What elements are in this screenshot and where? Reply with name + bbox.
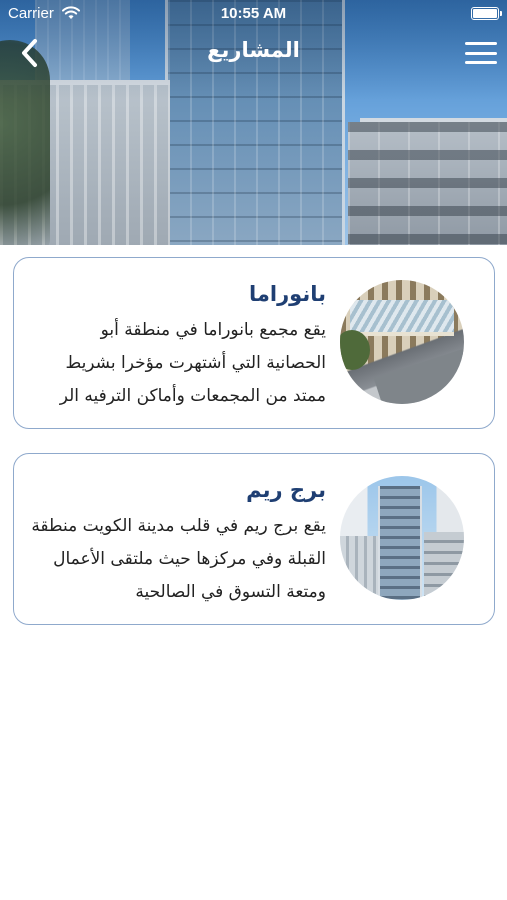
clock: 10:55 AM bbox=[220, 5, 287, 22]
hamburger-menu-icon bbox=[465, 42, 497, 45]
low-building bbox=[424, 532, 464, 600]
hamburger-menu-button[interactable] bbox=[463, 38, 499, 68]
project-description: يقع برج ريم في قلب مدينة الكويت منطقة ال… bbox=[31, 516, 326, 602]
menu-line bbox=[465, 51, 497, 55]
navigation-bar: المشاريع bbox=[0, 28, 507, 76]
status-bar: Carrier 10:55 AM bbox=[0, 0, 507, 28]
project-card-reem-tower[interactable]: برج ريم يقع برج ريم في قلب مدينة الكويت … bbox=[13, 453, 495, 625]
project-description: يقع مجمع بانوراما في منطقة أبو الحصانية … bbox=[59, 320, 326, 406]
project-card-panorama[interactable]: بانوراما يقع مجمع بانوراما في منطقة أبو … bbox=[13, 257, 495, 429]
tree bbox=[340, 330, 370, 370]
road bbox=[373, 340, 464, 404]
project-title: برج ريم bbox=[246, 478, 326, 502]
canopy-roof bbox=[350, 300, 454, 336]
tower bbox=[378, 486, 422, 600]
project-text: برج ريم يقع برج ريم في قلب مدينة الكويت … bbox=[26, 474, 326, 609]
project-thumbnail bbox=[340, 476, 464, 600]
battery-icon bbox=[471, 7, 502, 20]
background-building-right bbox=[348, 122, 507, 245]
menu-line bbox=[465, 61, 497, 64]
project-thumbnail bbox=[340, 280, 464, 404]
low-building bbox=[340, 536, 378, 600]
page-title: المشاريع bbox=[207, 38, 300, 62]
project-text: بانوراما يقع مجمع بانوراما في منطقة أبو … bbox=[26, 278, 326, 413]
project-title: بانوراما bbox=[249, 282, 326, 306]
